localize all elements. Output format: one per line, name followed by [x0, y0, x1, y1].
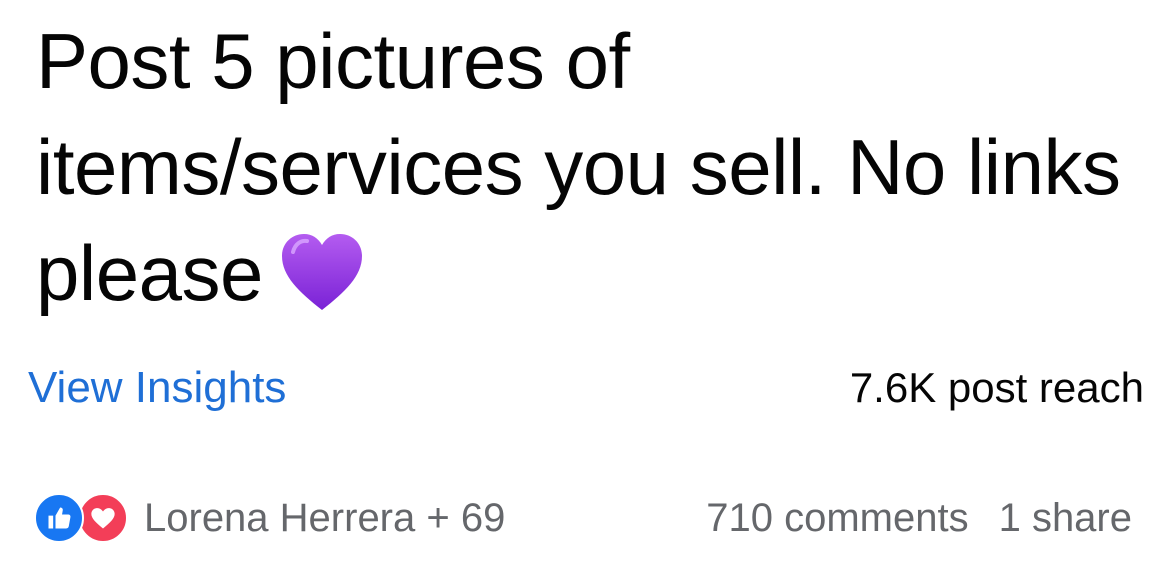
post-text: Post 5 pictures of items/services you se… [36, 17, 1121, 317]
view-insights-link[interactable]: View Insights [28, 363, 286, 413]
post-reach: 7.6K post reach [849, 364, 1144, 411]
insights-row: View Insights 7.6K post reach [28, 358, 1144, 418]
reaction-icons [34, 493, 132, 543]
post-card: Post 5 pictures of items/services you se… [0, 0, 1170, 564]
reactions-text: Lorena Herrera + 69 [144, 495, 506, 540]
engagement-stats: 710 comments 1 share [706, 496, 1132, 541]
love-icon [78, 493, 128, 543]
reactions-summary[interactable]: Lorena Herrera + 69 [34, 493, 505, 543]
comments-count[interactable]: 710 comments [706, 496, 968, 541]
purple-heart-icon [279, 232, 365, 312]
post-text-container: Post 5 pictures of items/services you se… [36, 8, 1136, 326]
shares-count[interactable]: 1 share [999, 496, 1132, 541]
post-footer: Lorena Herrera + 69 710 comments 1 share [34, 488, 1132, 548]
like-icon [34, 493, 84, 543]
